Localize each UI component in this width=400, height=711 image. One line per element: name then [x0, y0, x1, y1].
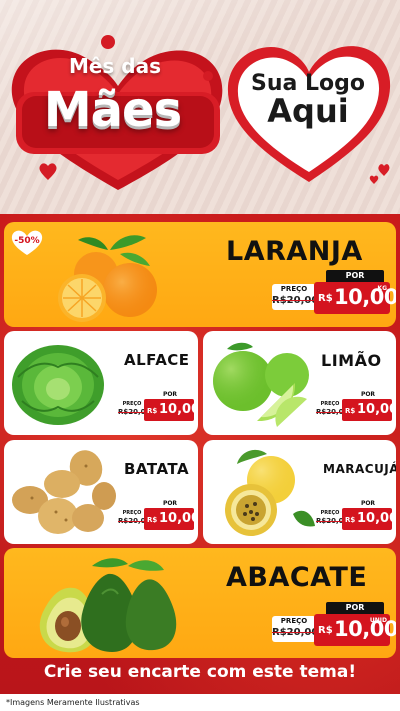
discount-badge: -50% — [10, 228, 44, 256]
por-label: POR — [350, 500, 386, 508]
footer-disclaimer: *Imagens Meramente Ilustrativas — [0, 694, 400, 711]
por-label: POR — [152, 391, 188, 399]
price-tag: POR PREÇO R$20,00 R$ 10,00 — [316, 500, 396, 534]
old-price: R$20,00 — [118, 517, 151, 525]
old-price-box: PREÇO R$20,00 — [272, 616, 319, 642]
price-tag: POR PREÇO R$20,00 R$ 10,00 — [118, 391, 198, 425]
currency: R$ — [318, 293, 333, 304]
product-name: LIMÃO — [321, 351, 382, 370]
campaign-title-line2: Mães — [43, 82, 182, 138]
product-name: LARANJA — [226, 236, 363, 267]
price-unit: UNID — [369, 617, 387, 624]
offers-area: -50% LARANJA POR PREÇO R$20,00 R$ 10,00 … — [0, 214, 400, 694]
new-price-box: R$ 10,00 — [144, 399, 198, 421]
currency: R$ — [345, 407, 356, 415]
price-tag: POR PREÇO R$20,00 R$ 10,00 UNID — [272, 602, 396, 652]
por-label: POR — [350, 391, 386, 399]
product-card-abacate: ABACATE POR PREÇO R$20,00 R$ 10,00 UNID — [4, 548, 396, 658]
price-tag: POR PREÇO R$20,00 R$ 10,00 — [118, 500, 198, 534]
new-price-box: R$ 10,00 UNID — [314, 614, 396, 646]
price-value: 10,00 — [357, 402, 396, 417]
old-price-box: PREÇO R$20,00 — [272, 284, 319, 310]
campaign-title-line1: Mês das — [68, 54, 162, 78]
old-price-box: PREÇO R$20,00 — [118, 509, 151, 527]
product-card-alface: ALFACE POR PREÇO R$20,00 R$ 10,00 — [4, 331, 198, 435]
por-label: POR — [152, 500, 188, 508]
product-card-limao: LIMÃO POR PREÇO R$20,00 R$ 10,00 — [203, 331, 396, 435]
new-price-box: R$ 10,00 — [342, 508, 396, 530]
old-price: R$20,00 — [272, 295, 319, 306]
price-label: PREÇO — [280, 617, 308, 625]
old-price-box: PREÇO R$20,00 — [316, 509, 349, 527]
por-label: POR — [326, 602, 384, 614]
price-label: PREÇO — [320, 401, 340, 407]
old-price-box: PREÇO R$20,00 — [118, 400, 151, 418]
currency: R$ — [147, 516, 158, 524]
currency: R$ — [345, 516, 356, 524]
por-label: POR — [326, 270, 384, 282]
old-price-box: PREÇO R$20,00 — [316, 400, 349, 418]
old-price: R$20,00 — [316, 408, 349, 416]
price-tag: POR PREÇO R$20,00 R$ 10,00 — [316, 391, 396, 425]
price-tag: POR PREÇO R$20,00 R$ 10,00 KG — [272, 270, 396, 320]
product-name: ABACATE — [226, 562, 368, 593]
currency: R$ — [318, 625, 333, 636]
product-name: ALFACE — [124, 351, 190, 369]
old-price: R$20,00 — [272, 627, 319, 638]
header-banner: Mês das Mães Sua Logo Aqui — [0, 0, 400, 214]
product-name: BATATA — [124, 460, 190, 478]
price-value: 10,00 — [159, 402, 198, 417]
store-logo-placeholder: Sua Logo Aqui — [238, 72, 378, 129]
discount-text: -50% — [14, 236, 40, 246]
price-label: PREÇO — [122, 401, 142, 407]
price-value: 10,00 — [357, 511, 396, 526]
avocado-image — [39, 558, 177, 653]
product-card-laranja: -50% LARANJA POR PREÇO R$20,00 R$ 10,00 … — [4, 222, 396, 327]
currency: R$ — [147, 407, 158, 415]
new-price-box: R$ 10,00 — [342, 399, 396, 421]
price-label: PREÇO — [122, 510, 142, 516]
old-price: R$20,00 — [316, 517, 349, 525]
price-label: PREÇO — [320, 510, 340, 516]
lime-image — [213, 342, 309, 427]
old-price: R$20,00 — [118, 408, 151, 416]
product-card-batata: BATATA POR PREÇO R$20,00 R$ 10,00 — [4, 440, 198, 544]
price-unit: KG — [377, 285, 387, 292]
lettuce-image — [12, 345, 104, 425]
orange-image — [58, 235, 157, 322]
new-price-box: R$ 10,00 KG — [314, 282, 396, 314]
product-card-maracuja: MARACUJÁ POR PREÇO R$20,00 R$ 10,00 — [203, 440, 396, 544]
promo-banner-text: Crie seu encarte com este tema! — [43, 662, 357, 682]
passion-fruit-image — [225, 449, 315, 536]
price-label: PREÇO — [280, 285, 308, 293]
store-logo-line2: Aqui — [267, 92, 349, 131]
new-price-box: R$ 10,00 — [144, 508, 198, 530]
potato-image — [12, 450, 116, 534]
price-value: 10,00 — [159, 511, 198, 526]
product-name: MARACUJÁ — [323, 462, 396, 476]
